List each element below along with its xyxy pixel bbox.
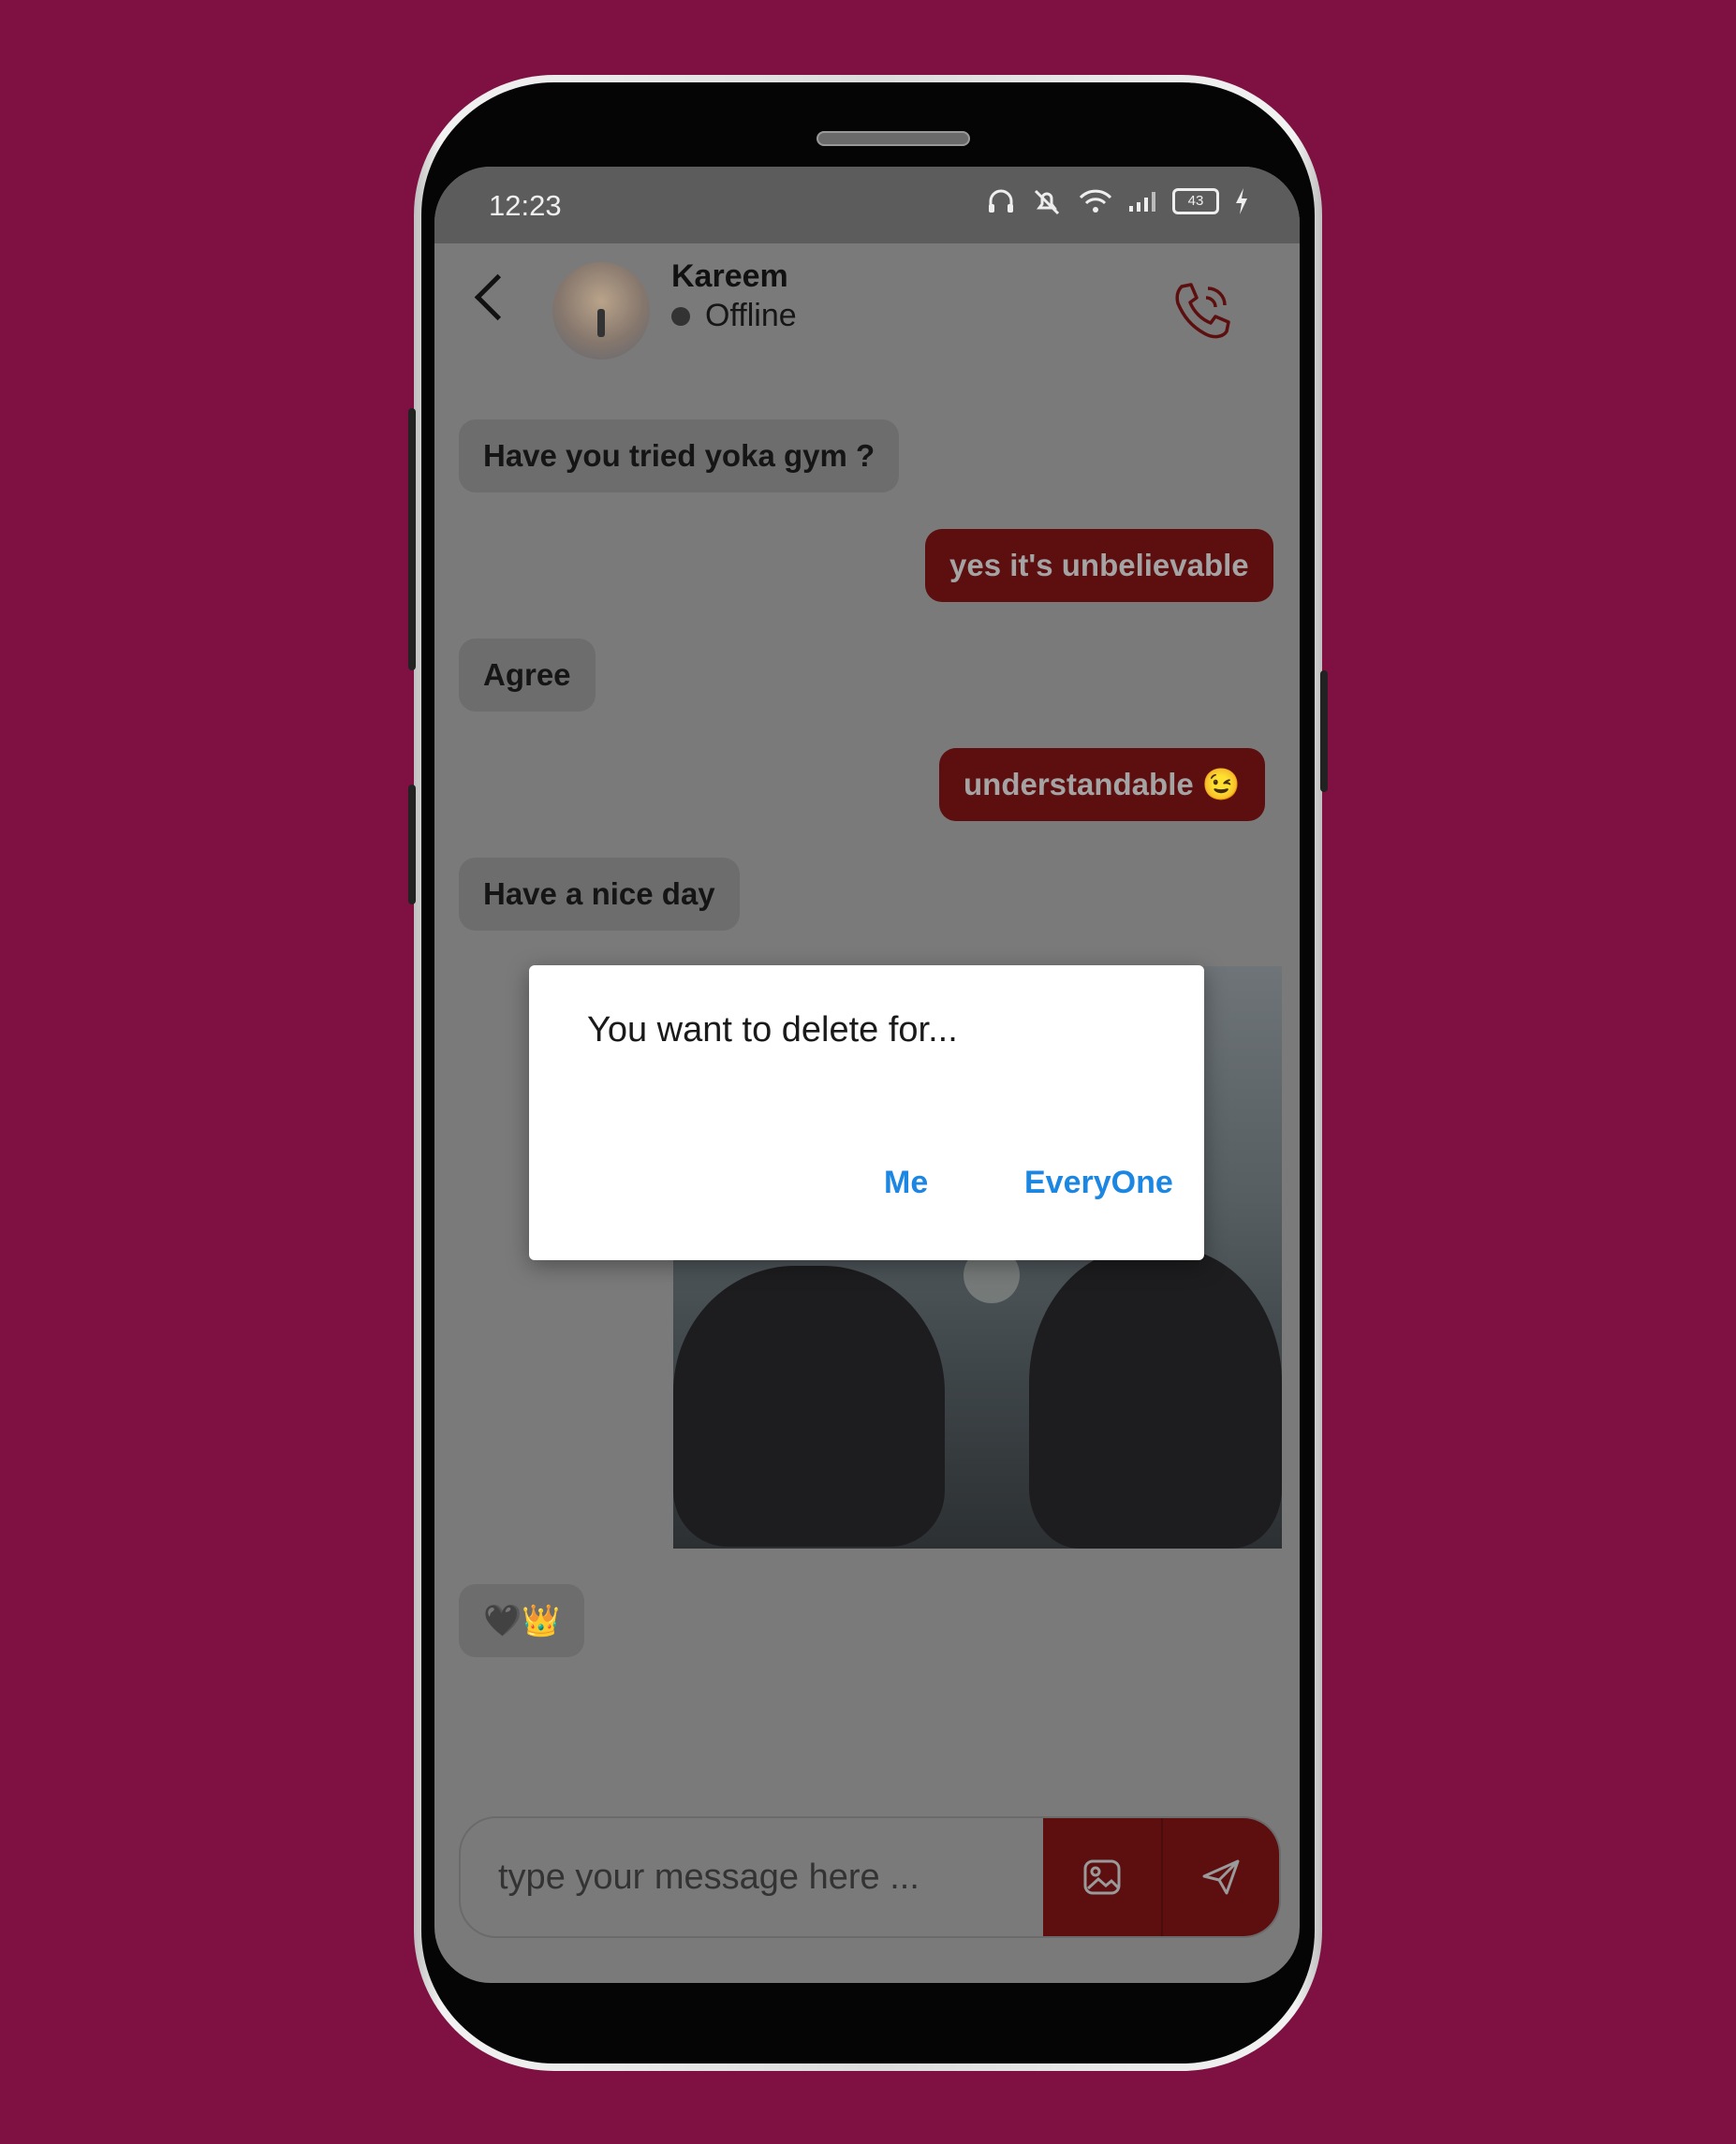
send-button[interactable]	[1163, 1818, 1279, 1936]
image-icon	[1083, 1859, 1121, 1895]
mute-bell-icon	[1034, 189, 1060, 215]
status-time: 12:23	[489, 189, 562, 222]
send-icon	[1202, 1859, 1240, 1895]
contact-name: Kareem	[671, 258, 788, 294]
volume-button	[408, 408, 416, 670]
message-bubble-outgoing[interactable]: yes it's unbelievable	[925, 529, 1273, 602]
delete-for-me-button[interactable]: Me	[884, 1165, 928, 1201]
delete-dialog: You want to delete for... Me EveryOne	[529, 965, 1204, 1260]
earpiece-speaker	[817, 131, 970, 146]
delete-for-everyone-button[interactable]: EveryOne	[1024, 1165, 1173, 1201]
signal-icon	[1129, 192, 1155, 212]
message-input[interactable]	[461, 1818, 1043, 1936]
dialog-title: You want to delete for...	[587, 1010, 958, 1050]
image-figure-left	[673, 1266, 945, 1547]
contact-avatar[interactable]	[552, 262, 650, 360]
charging-bolt-icon	[1236, 188, 1247, 214]
message-bubble-outgoing[interactable]: understandable 😉	[939, 748, 1265, 821]
message-bubble-incoming[interactable]: Have a nice day	[459, 858, 740, 931]
phone-call-icon[interactable]	[1169, 279, 1234, 345]
wifi-icon	[1079, 189, 1112, 213]
message-composer	[459, 1816, 1281, 1938]
message-bubble-incoming[interactable]: Agree	[459, 639, 596, 712]
back-arrow-icon[interactable]	[474, 273, 522, 321]
presence-dot-icon	[671, 306, 690, 326]
presence-label: Offline	[705, 298, 797, 333]
message-bubble-incoming[interactable]: 🖤👑	[459, 1584, 585, 1657]
bixby-button	[408, 785, 416, 904]
headphones-icon	[989, 189, 1013, 213]
presence-status: Offline	[671, 298, 797, 334]
attach-image-button[interactable]	[1043, 1818, 1163, 1936]
chat-header: Kareem Offline	[434, 243, 1300, 379]
power-button	[1320, 670, 1328, 792]
message-bubble-incoming[interactable]: Have you tried yoka gym ?	[459, 419, 900, 492]
status-icons: 43	[987, 187, 1249, 215]
status-bar: 12:23 43	[434, 167, 1300, 243]
battery-icon: 43	[1172, 188, 1219, 214]
image-figure-right	[1029, 1247, 1282, 1549]
